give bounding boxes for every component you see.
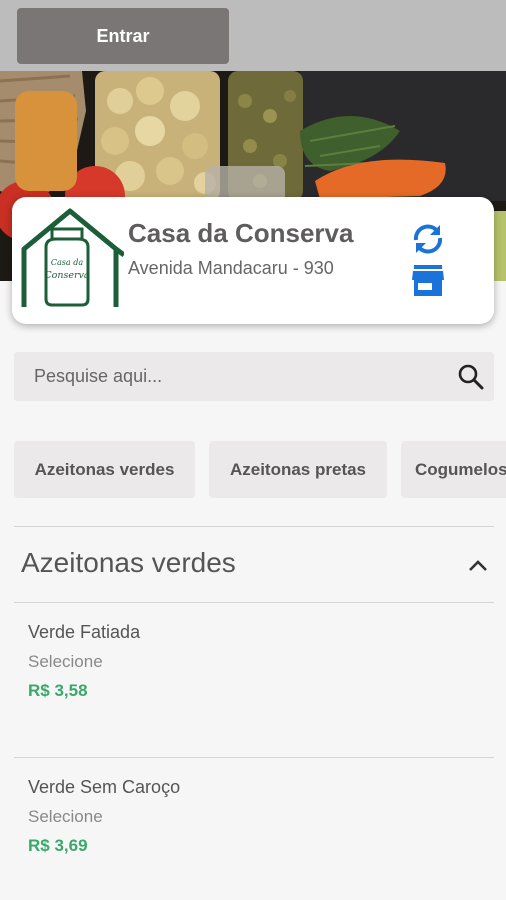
product-price: R$ 3,58 <box>28 681 88 700</box>
store-address: Avenida Mandacaru - 930 <box>128 258 334 278</box>
category-chip[interactable]: Cogumelos <box>401 441 506 498</box>
product-option: Selecione <box>28 807 103 826</box>
product-option: Selecione <box>28 652 103 671</box>
login-button[interactable]: Entrar <box>17 8 229 64</box>
category-chip[interactable]: Azeitonas verdes <box>14 441 195 498</box>
store-logo: Casa da Conserva <box>20 207 126 313</box>
category-chips: Azeitonas verdes Azeitonas pretas Cogume… <box>14 441 506 498</box>
svg-text:Conserva: Conserva <box>44 270 90 281</box>
section-title[interactable]: Azeitonas verdes <box>21 547 236 579</box>
sync-icon[interactable] <box>409 221 447 257</box>
storefront-icon[interactable] <box>411 265 445 297</box>
divider <box>14 526 494 527</box>
divider <box>14 602 494 603</box>
category-chip[interactable]: Azeitonas pretas <box>209 441 387 498</box>
product-item[interactable]: Verde Fatiada Selecione R$ 3,58 <box>14 622 494 772</box>
divider <box>14 757 494 758</box>
search-icon[interactable] <box>458 364 484 390</box>
store-info-card: Casa da Conserva Casa da Conserva Avenid… <box>12 197 494 324</box>
store-name: Casa da Conserva <box>128 218 354 248</box>
top-bar: Entrar <box>0 0 506 71</box>
svg-text:Casa da: Casa da <box>51 258 83 267</box>
product-item[interactable]: Verde Sem Caroço Selecione R$ 3,69 <box>14 777 494 900</box>
product-name: Verde Sem Caroço <box>28 777 181 797</box>
product-name: Verde Fatiada <box>28 622 141 642</box>
product-price: R$ 3,69 <box>28 836 88 855</box>
search-bar <box>14 352 494 401</box>
search-input[interactable] <box>14 352 444 401</box>
chevron-up-icon[interactable] <box>466 556 490 576</box>
